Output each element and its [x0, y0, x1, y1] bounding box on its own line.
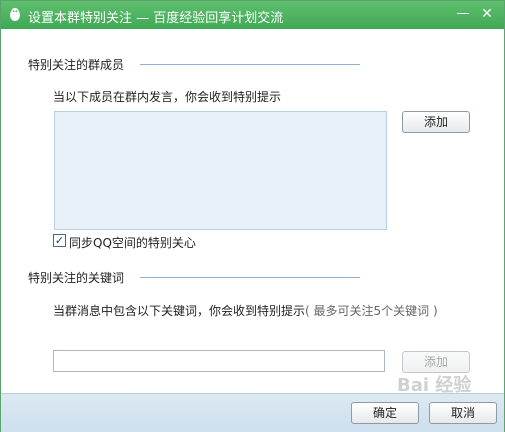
keywords-hint: 当群消息中包含以下关键词，你会收到特别提示( 最多可关注5个关键词 )	[53, 302, 438, 319]
keyword-input[interactable]	[53, 350, 385, 372]
sync-checkbox-label[interactable]: 同步QQ空间的特别关心	[69, 234, 196, 251]
keywords-section-divider	[140, 277, 360, 278]
keywords-section-heading: 特别关注的关键词	[28, 271, 125, 285]
cancel-button[interactable]: 取消	[429, 402, 497, 424]
members-section-divider	[140, 64, 360, 65]
keywords-hint-note: ( 最多可关注5个关键词 )	[305, 304, 438, 318]
add-member-button[interactable]: 添加	[402, 111, 470, 133]
sync-checkbox[interactable]: ✓	[53, 234, 66, 247]
ok-button[interactable]: 确定	[351, 402, 419, 424]
members-hint: 当以下成员在群内发言，你会收到特别提示	[53, 90, 282, 104]
qq-penguin-icon	[10, 7, 20, 21]
dialog-footer: 确定 取消	[1, 393, 504, 432]
window-title: 设置本群特别关注 — 百度经验回享计划交流	[28, 11, 284, 26]
members-section-heading: 特别关注的群成员	[28, 58, 125, 72]
dialog-window: 设置本群特别关注 — 百度经验回享计划交流 — ✕ 特别关注的群成员 当以下成员…	[0, 0, 505, 432]
keywords-hint-text: 当群消息中包含以下关键词，你会收到特别提示	[53, 304, 306, 318]
minimize-button[interactable]: —	[454, 5, 472, 23]
title-bar[interactable]: 设置本群特别关注 — 百度经验回享计划交流 — ✕	[1, 1, 504, 29]
add-keyword-button[interactable]: 添加	[402, 351, 470, 373]
members-list[interactable]	[54, 111, 387, 230]
close-button[interactable]: ✕	[478, 5, 496, 23]
